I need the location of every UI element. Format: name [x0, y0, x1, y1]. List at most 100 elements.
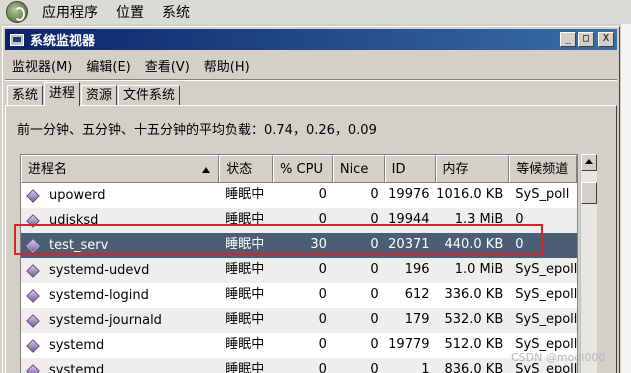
table-row[interactable]: systemd睡眠中0019779512.0 KBSyS_epoll_w	[21, 333, 577, 358]
process-name-cell: systemd-logind	[21, 283, 219, 308]
state-cell: 睡眠中	[225, 187, 265, 202]
cpu-cell: 0	[318, 212, 327, 227]
pid-cell: 196	[404, 262, 430, 277]
cpu-cell: 0	[318, 187, 327, 202]
memory-cell: 1.3 MiB	[454, 212, 504, 227]
tab-system[interactable]: 系统	[7, 85, 44, 106]
close-button[interactable]: X	[598, 32, 614, 47]
vertical-scrollbar[interactable]	[580, 154, 597, 373]
state-cell: 睡眠中	[225, 312, 265, 327]
menu-bar: 监视器(M) 编辑(E) 查看(V) 帮助(H)	[5, 53, 617, 77]
table-row[interactable]: test_serv 睡眠中 30 0 20371 440.0 KB 0	[21, 233, 577, 258]
menu-separator	[5, 79, 617, 81]
distro-logo-icon[interactable]	[6, 1, 28, 23]
nice-cell: 0	[370, 362, 379, 373]
waiting-channel-cell: SyS_epoll_w	[515, 262, 578, 277]
process-name-cell: udisksd	[21, 208, 219, 233]
table-row[interactable]: systemd-logind 睡眠中 0 0 612 336.0 KB SyS_epoll_…	[21, 283, 577, 308]
state-cell: 睡眠中	[225, 287, 265, 302]
table-body: upowerd 睡眠中 0 0 19976 1016.0 KB SyS_polludisks…	[21, 183, 577, 373]
memory-cell: 532.0 KB	[444, 312, 504, 327]
state-cell: 睡眠中	[225, 337, 265, 352]
waiting-channel-cell: 0	[515, 237, 524, 252]
process-icon	[26, 188, 40, 203]
column-header-waiting-channel[interactable]: 等候频道	[509, 155, 577, 183]
waiting-channel-cell: 0	[515, 212, 524, 227]
process-name-cell: test_serv	[21, 233, 219, 258]
desktop-background	[621, 24, 631, 373]
cpu-cell: 0	[318, 262, 327, 277]
tab-strip: 系统 进程 资源 文件系统	[7, 82, 181, 106]
cpu-cell: 30	[310, 237, 327, 252]
pid-cell: 179	[404, 312, 430, 327]
scrollbar-thumb[interactable]	[581, 182, 597, 204]
panel-menu-system[interactable]: 系统	[158, 2, 194, 22]
minimize-button[interactable]: _	[560, 32, 576, 47]
table-row[interactable]: upowerd 睡眠中 0 0 19976 1016.0 KB SyS_poll	[21, 183, 577, 208]
watermark: CSDN @modl000	[511, 351, 606, 364]
process-name-cell: systemd-journald	[21, 308, 219, 333]
memory-cell: 440.0 KB	[444, 237, 504, 252]
memory-cell: 836.0 KB	[444, 362, 504, 373]
menu-monitor[interactable]: 监视器(M)	[5, 56, 79, 75]
process-icon	[26, 213, 40, 228]
column-header-nice[interactable]: Nice	[332, 155, 385, 183]
menu-view[interactable]: 查看(V)	[138, 56, 197, 75]
table-row[interactable]: udisksd 睡眠中 0 0 19944 1.3 MiB 0	[21, 208, 577, 233]
column-header-id[interactable]: ID	[384, 155, 436, 183]
cpu-cell: 0	[318, 287, 327, 302]
column-header-memory[interactable]: 内存	[435, 155, 510, 183]
process-name-cell: systemd	[21, 333, 219, 358]
panel-menu-places[interactable]: 位置	[112, 2, 148, 22]
process-name-cell: upowerd	[21, 183, 219, 208]
memory-cell: 1016.0 KB	[436, 187, 504, 202]
monitor-app-icon	[10, 33, 24, 46]
cpu-cell: 0	[318, 362, 327, 373]
nice-cell: 0	[370, 287, 379, 302]
waiting-channel-cell: SyS_poll	[515, 187, 570, 202]
table-row[interactable]: systemd-journald 睡眠中 0 0 179 532.0 KB SyS_epol…	[21, 308, 577, 333]
nice-cell: 0	[370, 187, 379, 202]
table-header: 进程名 状态 % CPU Nice ID 内存 等候频道	[21, 155, 577, 183]
nice-cell: 0	[370, 212, 379, 227]
scroll-up-arrow-icon[interactable]	[581, 154, 597, 171]
table-row[interactable]: systemd-udevd 睡眠中 0 0 196 1.0 MiB SyS_epoll_w	[21, 258, 577, 283]
tab-resources[interactable]: 资源	[81, 85, 118, 106]
window-title: 系统监视器	[30, 34, 96, 49]
top-panel: 应用程序 位置 系统	[0, 0, 631, 24]
pid-cell: 612	[404, 287, 430, 302]
process-table: 进程名 状态 % CPU Nice ID 内存 等候频道 upowerd 睡眠中 0…	[20, 154, 578, 373]
process-icon	[26, 263, 40, 278]
pid-cell: 19779	[388, 337, 430, 352]
process-icon	[26, 288, 40, 303]
maximize-button[interactable]: □	[578, 32, 594, 47]
menu-edit[interactable]: 编辑(E)	[79, 56, 137, 75]
nice-cell: 0	[370, 337, 379, 352]
column-header-name[interactable]: 进程名	[21, 155, 220, 183]
load-average-text: 前一分钟、五分钟、十五分钟的平均负载：0.74，0.26，0.09	[17, 123, 377, 138]
nice-cell: 0	[370, 237, 379, 252]
column-header-state[interactable]: 状态	[219, 155, 274, 183]
process-icon	[26, 238, 40, 253]
menu-help[interactable]: 帮助(H)	[197, 56, 257, 75]
process-icon	[26, 338, 40, 353]
column-header-cpu[interactable]: % CPU	[273, 155, 333, 183]
nice-cell: 0	[370, 312, 379, 327]
memory-cell: 512.0 KB	[444, 337, 504, 352]
nice-cell: 0	[370, 262, 379, 277]
pid-cell: 19976	[388, 187, 430, 202]
waiting-channel-cell: SyS_epoll_w	[515, 287, 578, 302]
cpu-cell: 0	[318, 312, 327, 327]
process-icon	[26, 313, 40, 328]
panel-menu-applications[interactable]: 应用程序	[38, 2, 102, 22]
state-cell: 睡眠中	[225, 262, 265, 277]
tab-filesystems[interactable]: 文件系统	[118, 85, 181, 106]
sort-ascending-icon	[202, 167, 211, 173]
tab-processes[interactable]: 进程	[44, 82, 81, 106]
table-row[interactable]: systemd睡眠中001836.0 KBSyS_epoll_w	[21, 358, 577, 373]
title-bar[interactable]: 系统监视器 _ □ X	[5, 29, 617, 50]
cpu-cell: 0	[318, 337, 327, 352]
process-icon	[26, 363, 40, 373]
state-cell: 睡眠中	[225, 212, 265, 227]
memory-cell: 1.0 MiB	[454, 262, 504, 277]
